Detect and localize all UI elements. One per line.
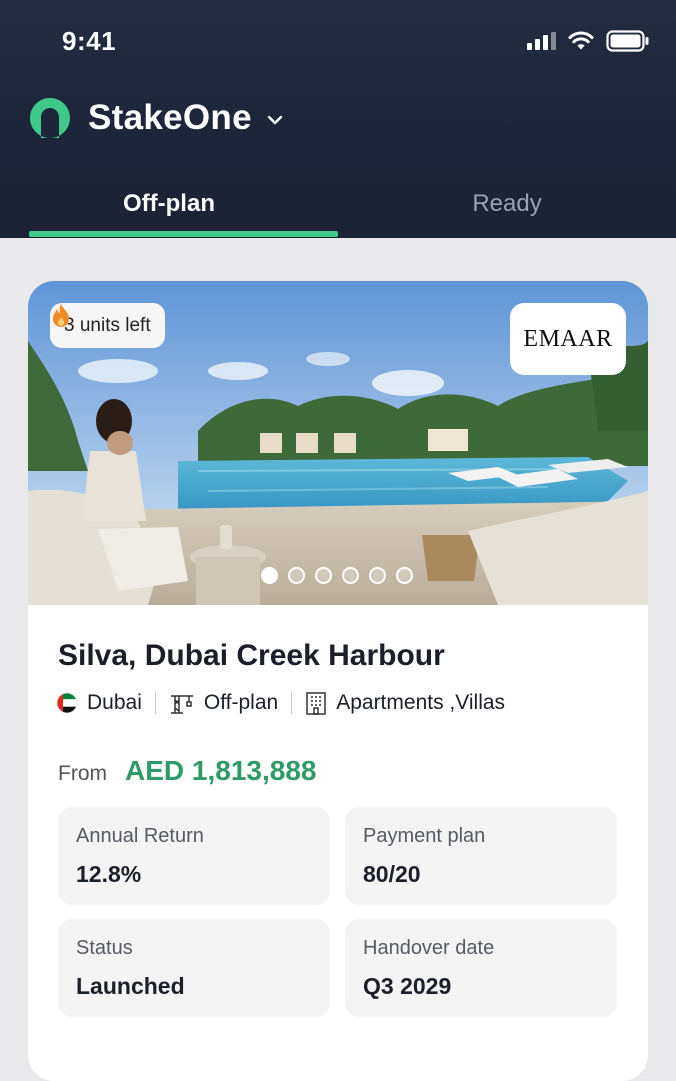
stage-text: Off-plan — [203, 691, 279, 714]
stat-value: Q3 2029 — [363, 973, 452, 999]
meta-divider — [154, 692, 156, 714]
stakeone-logo-icon — [29, 98, 70, 138]
stat-value: 80/20 — [363, 861, 421, 887]
status-bar: 9:41 — [0, 0, 676, 84]
meta-location: Dubai — [56, 691, 142, 715]
stat-handover-date: Handover date Q3 2029 — [345, 919, 617, 1017]
stat-label: Handover date — [363, 937, 495, 959]
stat-annual-return: Annual Return 12.8% — [58, 807, 330, 905]
tab-off-plan[interactable]: Off-plan — [0, 170, 338, 238]
battery-icon — [606, 30, 649, 52]
tab-ready[interactable]: Ready — [338, 170, 676, 238]
carousel-dot[interactable] — [396, 567, 413, 584]
carousel-dot[interactable] — [315, 567, 332, 584]
stat-status: Status Launched — [58, 919, 330, 1017]
stat-value: Launched — [76, 973, 185, 999]
developer-name: EMAAR — [523, 325, 613, 352]
uae-flag-icon — [56, 692, 78, 714]
carousel-dot[interactable] — [261, 567, 278, 584]
location-text: Dubai — [87, 691, 142, 714]
carousel-pagination — [261, 567, 413, 584]
stat-label: Payment plan — [363, 825, 486, 847]
carousel-dot[interactable] — [369, 567, 386, 584]
price-prefix: From — [58, 762, 107, 785]
property-image-carousel[interactable]: 3 units left EMAAR — [28, 281, 648, 605]
active-tab-indicator — [29, 231, 338, 237]
meta-property-types: Apartments ,Villas — [305, 691, 505, 715]
property-title: Silva, Dubai Creek Harbour — [58, 639, 445, 672]
fire-icon — [53, 304, 69, 327]
brand-name: StakeOne — [88, 98, 252, 137]
chevron-down-icon — [267, 115, 283, 125]
property-types-text: Apartments ,Villas — [336, 691, 506, 714]
stat-label: Status — [76, 937, 133, 959]
status-icons — [527, 30, 650, 52]
meta-divider — [291, 692, 293, 714]
building-icon — [306, 692, 326, 715]
property-meta: Dubai Off-plan Apartments ,Villas — [56, 691, 505, 715]
brand-switcher[interactable]: StakeOne — [28, 96, 284, 140]
app-header: 9:41 StakeOne Off-plan Ready — [0, 0, 676, 238]
units-left-badge: 3 units left — [50, 303, 165, 348]
cellular-signal-icon — [527, 32, 556, 50]
stat-label: Annual Return — [76, 825, 204, 847]
stat-value: 12.8% — [76, 861, 142, 887]
meta-stage: Off-plan — [169, 691, 278, 715]
stat-payment-plan: Payment plan 80/20 — [345, 807, 617, 905]
wifi-icon — [568, 31, 594, 50]
crane-icon — [170, 695, 193, 714]
carousel-dot[interactable] — [342, 567, 359, 584]
status-time: 9:41 — [62, 26, 117, 56]
carousel-dot[interactable] — [288, 567, 305, 584]
property-price: AED 1,813,888 — [125, 755, 317, 786]
property-card[interactable]: 3 units left EMAAR Silva, Dubai Creek Ha… — [28, 281, 648, 1081]
developer-logo: EMAAR — [510, 303, 626, 375]
listing-tabs: Off-plan Ready — [0, 170, 676, 238]
units-left-text: 3 units left — [64, 314, 151, 336]
price-row: From AED 1,813,888 — [58, 755, 316, 787]
